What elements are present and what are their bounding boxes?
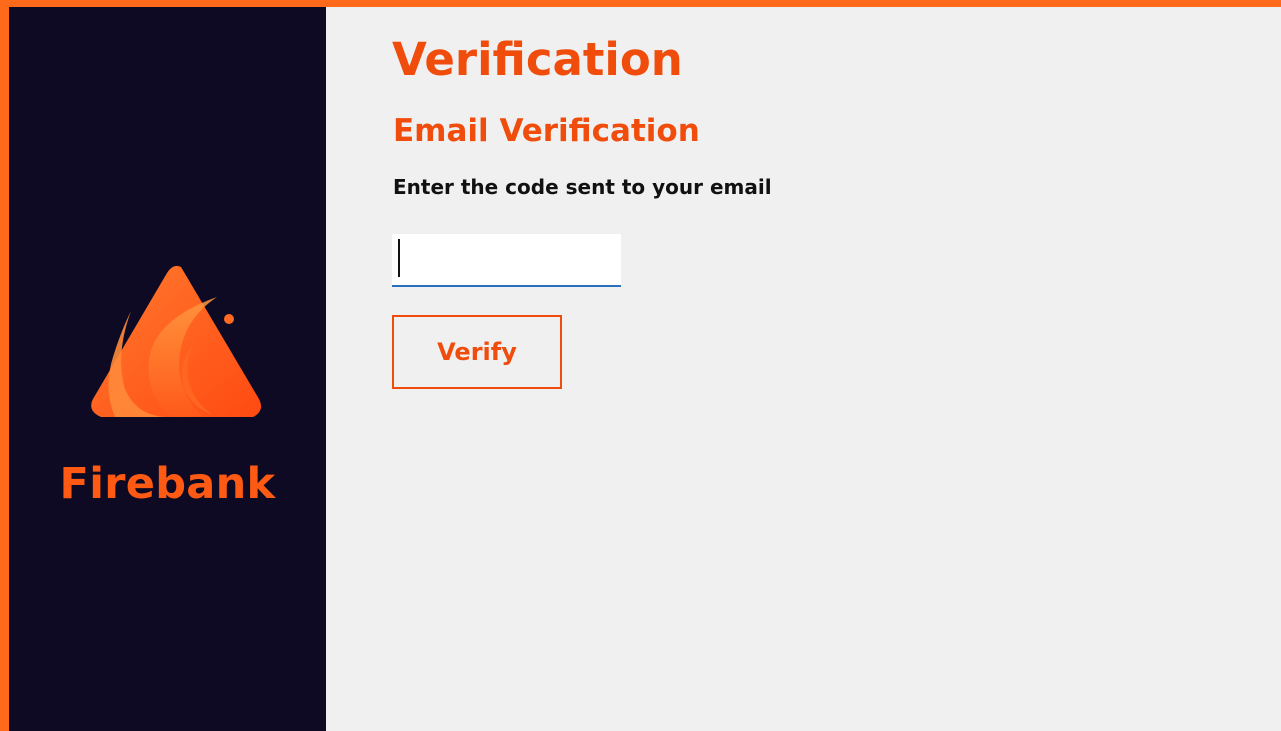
- page-title: Verification: [392, 33, 683, 86]
- verify-button[interactable]: Verify: [392, 315, 562, 389]
- brand-sidebar: Firebank: [9, 7, 326, 731]
- flame-triangle-icon: [91, 265, 261, 417]
- verification-window: Firebank Verification Email Verification…: [9, 7, 1281, 731]
- brand-name: Firebank: [59, 459, 276, 509]
- section-title: Email Verification: [393, 113, 700, 149]
- text-caret: [398, 239, 400, 277]
- instructions-label: Enter the code sent to your email: [393, 175, 772, 199]
- verification-panel: Verification Email Verification Enter th…: [326, 7, 1281, 731]
- verification-code-input[interactable]: [392, 234, 621, 287]
